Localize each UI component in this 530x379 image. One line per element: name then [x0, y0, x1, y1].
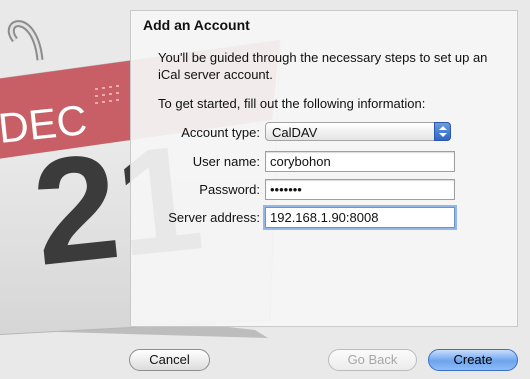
- account-type-label: Account type:: [181, 125, 260, 140]
- user-name-label: User name:: [192, 154, 260, 169]
- cancel-button[interactable]: Cancel: [129, 349, 210, 371]
- server-address-row: Server address: 192.168.1.90:8008: [131, 207, 519, 229]
- popup-stepper-icon: [434, 122, 451, 141]
- password-input[interactable]: •••••••: [265, 179, 455, 200]
- go-back-button[interactable]: Go Back: [328, 349, 417, 371]
- add-account-panel: Add an Account You'll be guided through …: [130, 10, 518, 327]
- account-type-select[interactable]: CalDAV: [265, 122, 451, 141]
- user-name-row: User name: corybohon: [131, 151, 519, 173]
- prompt-text: To get started, fill out the following i…: [158, 96, 426, 111]
- user-name-input[interactable]: corybohon: [265, 151, 455, 172]
- password-row: Password: •••••••: [131, 179, 519, 201]
- account-type-row: Account type: CalDAV: [131, 122, 519, 144]
- create-button[interactable]: Create: [428, 349, 518, 371]
- server-address-input[interactable]: 192.168.1.90:8008: [265, 207, 455, 228]
- panel-title: Add an Account: [143, 17, 250, 33]
- password-label: Password:: [199, 182, 260, 197]
- account-type-value: CalDAV: [272, 125, 318, 140]
- server-address-label: Server address:: [168, 210, 260, 225]
- intro-text: You'll be guided through the necessary s…: [158, 50, 488, 82]
